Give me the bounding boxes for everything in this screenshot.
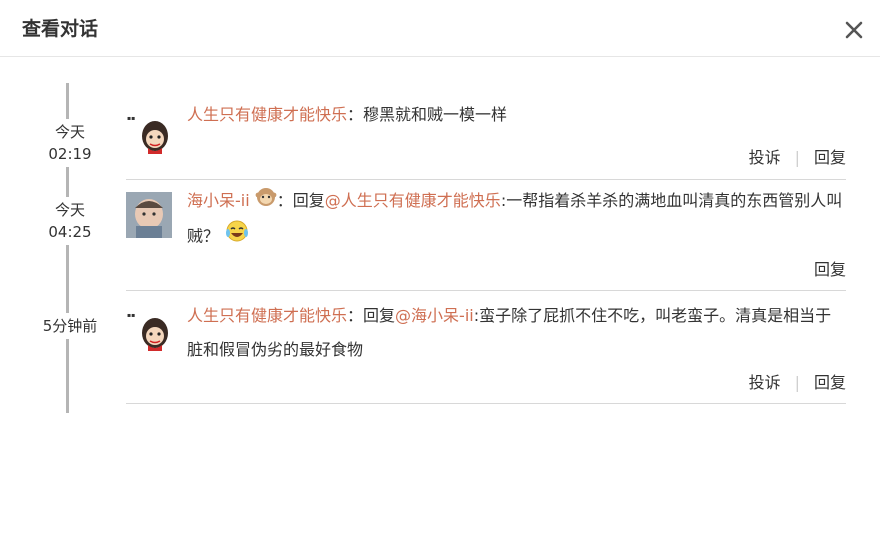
author-link[interactable]: 人生只有健康才能快乐 [187, 105, 347, 124]
comment-text: 海小呆-ii ：回复@人生只有健康才能快乐:一帮指着杀羊杀的满地血叫清真的东西管… [187, 184, 845, 255]
timestamp: 今天 02:19 [30, 119, 110, 167]
conversation-panel: 今天 02:19 今天 04:25 5分钟前 ▪▪ 人生只有健康才能快乐：穆黑就… [0, 57, 880, 557]
colon-separator: ： [347, 105, 364, 124]
comment-actions: 回复 [814, 256, 846, 280]
author-link[interactable]: 人生只有健康才能快乐 [187, 306, 347, 325]
timestamp: 5分钟前 [30, 313, 110, 339]
reply-prefix: 回复 [363, 306, 396, 325]
dialog-title: 查看对话 [22, 18, 99, 40]
comment-item: 海小呆-ii ：回复@人生只有健康才能快乐:一帮指着杀羊杀的满地血叫清真的东西管… [126, 180, 846, 291]
action-divider: | [794, 148, 800, 167]
avatar[interactable]: ▪▪ [126, 108, 172, 154]
timestamp-day: 今天 [54, 201, 85, 219]
author-link[interactable]: 海小呆-ii [187, 191, 250, 210]
comment-content: 穆黑就和贼一模一样 [363, 105, 508, 124]
colon-separator: ： [276, 191, 293, 210]
monkey-badge-icon [255, 185, 277, 219]
timestamp-day: 今天 [54, 123, 85, 141]
comment-item: ▪▪ 人生只有健康才能快乐：穆黑就和贼一模一样 投诉 | 回复 [126, 105, 846, 180]
reply-prefix: 回复 [292, 191, 325, 210]
reply-link[interactable]: 回复 [814, 260, 846, 279]
close-icon[interactable] [842, 18, 866, 42]
mention-link[interactable]: @海小呆-ii [395, 306, 474, 325]
timestamp-clock: 02:19 [48, 145, 92, 163]
avatar[interactable] [126, 192, 172, 238]
comment-text: 人生只有健康才能快乐：穆黑就和贼一模一样 [187, 98, 845, 132]
laughing-tears-emoji [224, 219, 250, 255]
report-link[interactable]: 投诉 [749, 373, 781, 392]
mention-link[interactable]: @人生只有健康才能快乐 [325, 191, 501, 210]
comment-actions: 投诉 | 回复 [749, 369, 846, 393]
reply-link[interactable]: 回复 [814, 148, 846, 167]
comment-actions: 投诉 | 回复 [749, 144, 846, 168]
action-divider: | [794, 373, 800, 392]
report-link[interactable]: 投诉 [749, 148, 781, 167]
colon-separator: ： [347, 306, 364, 325]
comment-item: ▪▪ 人生只有健康才能快乐：回复@海小呆-ii:蛮子除了屁抓不住不吃，叫老蛮子。… [126, 291, 846, 404]
svg-text:▪▪: ▪▪ [127, 115, 135, 122]
avatar[interactable]: ▪▪ [126, 305, 172, 351]
reply-link[interactable]: 回复 [814, 373, 846, 392]
timestamp-clock: 04:25 [48, 223, 92, 241]
timestamp: 今天 04:25 [30, 197, 110, 245]
svg-text:▪▪: ▪▪ [127, 312, 135, 319]
comment-text: 人生只有健康才能快乐：回复@海小呆-ii:蛮子除了屁抓不住不吃，叫老蛮子。清真是… [187, 299, 845, 367]
timestamp-relative: 5分钟前 [42, 317, 98, 335]
dialog-header: 查看对话 [0, 0, 880, 57]
